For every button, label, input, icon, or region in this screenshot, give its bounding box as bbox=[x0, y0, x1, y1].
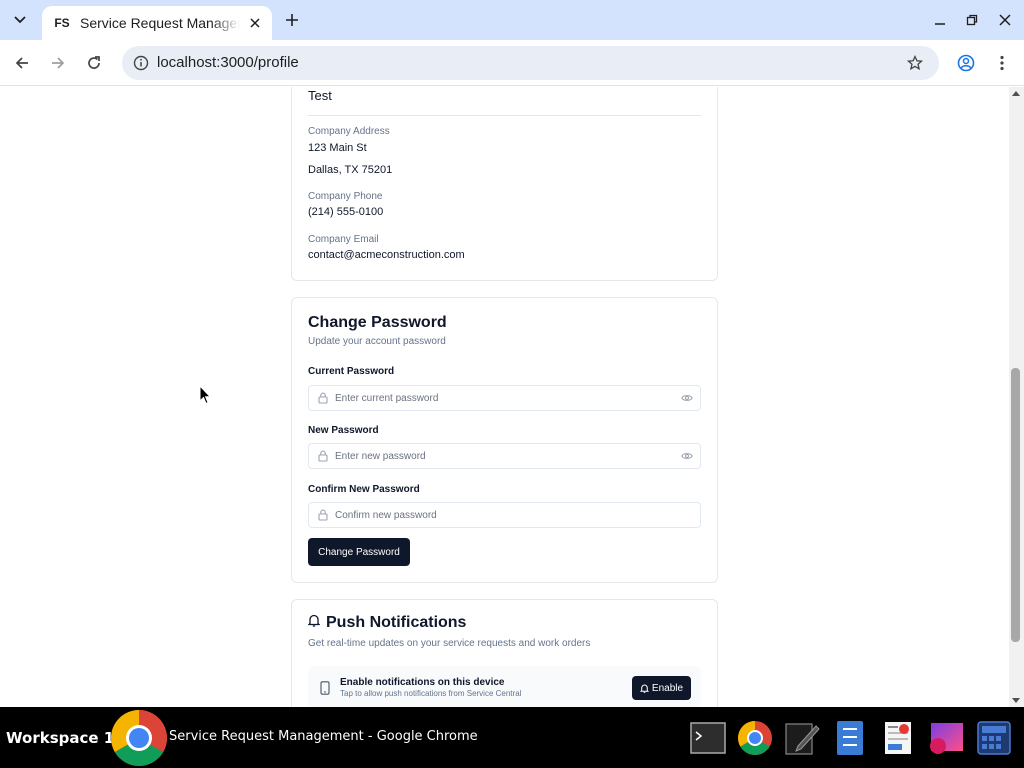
company-address-line1: 123 Main St bbox=[308, 142, 367, 154]
taskbar-window-title[interactable]: Service Request Management - Google Chro… bbox=[169, 729, 478, 744]
calculator-icon[interactable] bbox=[976, 720, 1012, 756]
current-password-input[interactable] bbox=[335, 387, 675, 409]
close-icon[interactable] bbox=[246, 14, 264, 32]
current-password-box[interactable] bbox=[308, 385, 701, 411]
new-password-label: New Password bbox=[308, 425, 379, 436]
change-password-title: Change Password bbox=[308, 314, 447, 331]
workspace-label[interactable]: Workspace 1 bbox=[6, 729, 114, 747]
company-email-label: Company Email bbox=[308, 234, 379, 245]
bell-icon bbox=[639, 684, 649, 693]
company-info-card: Test Company Address 123 Main St Dallas,… bbox=[291, 87, 718, 281]
scroll-up-icon[interactable] bbox=[1012, 91, 1020, 96]
restore-icon[interactable] bbox=[960, 8, 984, 32]
change-password-subtitle: Update your account password bbox=[308, 336, 446, 347]
push-row-title: Enable notifications on this device bbox=[340, 677, 505, 688]
confirm-password-box[interactable] bbox=[308, 502, 701, 528]
new-password-input[interactable] bbox=[335, 445, 675, 467]
company-name: Test bbox=[308, 88, 332, 103]
phone-icon bbox=[320, 681, 330, 695]
profile-icon[interactable] bbox=[954, 51, 978, 75]
lock-icon bbox=[317, 509, 329, 521]
push-row-hint: Tap to allow push notifications from Ser… bbox=[340, 689, 522, 698]
confirm-password-input[interactable] bbox=[335, 504, 675, 526]
current-password-label: Current Password bbox=[308, 366, 395, 377]
chrome-icon[interactable] bbox=[737, 720, 773, 756]
company-phone: (214) 555-0100 bbox=[308, 206, 384, 218]
push-device-row: Enable notifications on this device Tap … bbox=[308, 666, 701, 707]
forward-icon[interactable] bbox=[46, 51, 70, 75]
tab-title: Service Request Management bbox=[80, 15, 240, 31]
star-icon[interactable] bbox=[905, 53, 925, 73]
company-phone-label: Company Phone bbox=[308, 191, 383, 202]
scroll-thumb[interactable] bbox=[1011, 368, 1020, 642]
terminal-icon[interactable] bbox=[690, 720, 726, 756]
eye-icon[interactable] bbox=[681, 451, 693, 461]
push-notifications-card: Push Notifications Get real-time updates… bbox=[291, 599, 718, 707]
chrome-taskbar-icon[interactable] bbox=[110, 709, 168, 767]
address-bar[interactable]: localhost:3000/profile bbox=[122, 46, 939, 80]
text-editor-icon[interactable] bbox=[784, 720, 820, 756]
company-address-line2: Dallas, TX 75201 bbox=[308, 164, 393, 176]
lock-icon bbox=[317, 450, 329, 462]
eye-icon[interactable] bbox=[681, 393, 693, 403]
bell-icon bbox=[307, 614, 321, 632]
favicon-icon: FS bbox=[54, 16, 70, 30]
push-title-row: Push Notifications bbox=[307, 614, 467, 632]
image-viewer-icon[interactable] bbox=[928, 720, 964, 756]
browser-tab[interactable]: FS Service Request Management bbox=[42, 6, 272, 40]
menu-icon[interactable] bbox=[990, 51, 1014, 75]
change-password-button[interactable]: Change Password bbox=[308, 538, 410, 566]
company-email: contact@acmeconstruction.com bbox=[308, 249, 465, 261]
taskbar: Workspace 1 Service Request Management -… bbox=[0, 707, 1024, 768]
plus-icon[interactable] bbox=[280, 8, 304, 32]
info-icon[interactable] bbox=[131, 53, 151, 73]
lock-icon bbox=[317, 392, 329, 404]
reload-icon[interactable] bbox=[82, 51, 106, 75]
document-viewer-icon[interactable] bbox=[880, 720, 916, 756]
page-viewport: Test Company Address 123 Main St Dallas,… bbox=[0, 87, 1024, 707]
push-subtitle: Get real-time updates on your service re… bbox=[308, 638, 591, 649]
window-close-icon[interactable] bbox=[993, 8, 1017, 32]
mouse-cursor-icon bbox=[199, 385, 211, 405]
change-password-card: Change Password Update your account pass… bbox=[291, 297, 718, 583]
url-text[interactable]: localhost:3000/profile bbox=[157, 54, 299, 71]
confirm-password-label: Confirm New Password bbox=[308, 484, 420, 495]
push-title: Push Notifications bbox=[326, 614, 467, 631]
company-address-label: Company Address bbox=[308, 126, 390, 137]
page-scrollbar[interactable] bbox=[1009, 87, 1024, 707]
scroll-down-icon[interactable] bbox=[1012, 698, 1020, 703]
new-password-box[interactable] bbox=[308, 443, 701, 469]
enable-label: Enable bbox=[651, 682, 684, 694]
file-manager-icon[interactable] bbox=[832, 720, 868, 756]
browser-toolbar: localhost:3000/profile bbox=[0, 40, 1024, 86]
minimize-icon[interactable] bbox=[928, 8, 952, 32]
divider bbox=[308, 115, 701, 116]
tab-search-icon[interactable] bbox=[6, 6, 34, 34]
enable-notifications-button[interactable]: Enable bbox=[632, 676, 691, 700]
back-icon[interactable] bbox=[10, 51, 34, 75]
tab-strip: FS Service Request Management bbox=[0, 0, 1024, 40]
